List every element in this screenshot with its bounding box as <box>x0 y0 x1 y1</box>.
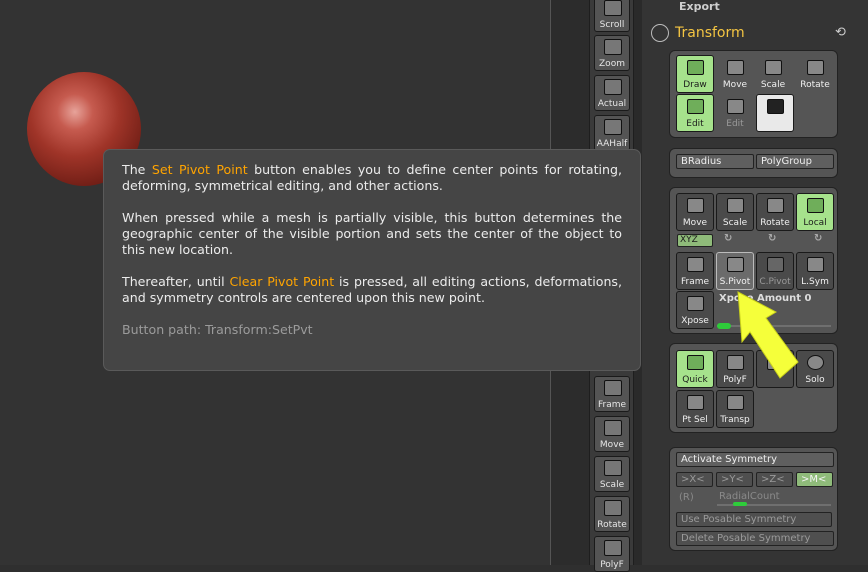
quick-button[interactable]: Quick <box>676 350 714 388</box>
set-pivot-button[interactable]: S.Pivot <box>716 252 754 290</box>
sym-z-button[interactable]: >Z< <box>756 472 793 487</box>
activate-symmetry-button[interactable]: Activate Symmetry <box>676 452 834 467</box>
solo-icon <box>807 355 824 370</box>
frame-pivot-button[interactable]: Frame <box>676 252 714 290</box>
xpose-button[interactable]: Xpose <box>676 291 714 329</box>
polyf-button[interactable]: PolyF <box>594 536 630 572</box>
local-icon <box>807 198 824 213</box>
pointer-arrow <box>737 291 799 379</box>
quick-icon <box>687 355 704 370</box>
transform-header[interactable]: Transform <box>675 25 745 41</box>
edit-disabled-button: Edit <box>716 94 754 132</box>
lsym-button[interactable]: L.Sym <box>796 252 834 290</box>
scale-icon <box>727 198 744 213</box>
gizmo-rotate-button[interactable]: Rotate <box>756 193 794 231</box>
camera-icon <box>767 99 784 114</box>
zoom-button[interactable]: Zoom <box>594 35 630 71</box>
frame-button[interactable]: Frame <box>594 376 630 412</box>
tooltip: The Set Pivot Point button enables you t… <box>103 149 641 371</box>
clear-pivot-icon <box>767 257 784 272</box>
ptsel-icon <box>687 395 704 410</box>
draw-icon <box>687 60 704 75</box>
hand-icon <box>604 0 622 16</box>
edit-icon <box>727 99 744 114</box>
scale-icon <box>604 460 622 476</box>
aahalf-button[interactable]: AAHalf <box>594 115 630 151</box>
move-mode-button[interactable]: Move <box>716 55 754 93</box>
edit-icon <box>687 99 704 114</box>
actual-icon <box>604 79 622 95</box>
rotate-button[interactable]: Rotate <box>594 496 630 532</box>
rotate-icon <box>767 198 784 213</box>
tooltip-paragraph-3: Thereafter, until Clear Pivot Point is p… <box>122 274 622 306</box>
ptsel-button[interactable]: Pt Sel <box>676 390 714 428</box>
tooltip-text: Thereafter, until <box>122 274 230 289</box>
tooltip-paragraph-1: The Set Pivot Point button enables you t… <box>122 162 622 194</box>
polygroup-button[interactable]: PolyGroup <box>756 154 834 169</box>
move-icon <box>687 198 704 213</box>
draw-button[interactable]: Draw <box>676 55 714 93</box>
tooltip-text: The <box>122 162 152 177</box>
z-axis-icon[interactable]: ↻ <box>814 233 822 244</box>
set-pivot-highlight: Set Pivot Point <box>151 162 248 177</box>
polyf-icon <box>604 540 622 556</box>
use-posable-symmetry-button[interactable]: Use Posable Symmetry <box>676 512 832 527</box>
scroll-button[interactable]: Scroll <box>594 0 630 32</box>
x-axis-icon[interactable]: ↻ <box>724 233 732 244</box>
xyz-toggle[interactable]: XYZ <box>677 234 713 247</box>
sym-m-button[interactable]: >M< <box>796 472 833 487</box>
y-axis-icon[interactable]: ↻ <box>768 233 776 244</box>
clear-pivot-button[interactable]: C.Pivot <box>756 252 794 290</box>
scale-button[interactable]: Scale <box>594 456 630 492</box>
transp-button[interactable]: Transp <box>716 390 754 428</box>
tooltip-paragraph-2: When pressed while a mesh is partially v… <box>122 210 622 257</box>
transform-icon <box>651 24 669 42</box>
button-path: Button path: Transform:SetPvt <box>122 322 313 337</box>
rotate-mode-button[interactable]: Rotate <box>796 55 834 93</box>
bradius-button[interactable]: BRadius <box>676 154 754 169</box>
gizmo-move-button[interactable]: Move <box>676 193 714 231</box>
zoom-icon <box>604 39 622 55</box>
local-button[interactable]: Local <box>796 193 834 231</box>
aahalf-icon <box>604 119 622 135</box>
rotate-icon <box>807 60 824 75</box>
clear-pivot-highlight: Clear Pivot Point <box>229 274 335 289</box>
scale-icon <box>765 60 782 75</box>
radial-count-label: RadialCount <box>719 491 780 502</box>
pivot-icon <box>727 257 744 272</box>
move-icon <box>727 60 744 75</box>
reset-icon[interactable]: ⟲ <box>835 25 846 40</box>
export-header[interactable]: Export <box>679 0 720 13</box>
delete-posable-symmetry-button[interactable]: Delete Posable Symmetry <box>676 531 834 546</box>
gizmo-scale-button[interactable]: Scale <box>716 193 754 231</box>
frame-icon <box>604 380 622 396</box>
move-icon <box>604 420 622 436</box>
snapshot-button[interactable] <box>756 94 794 132</box>
xpose-amount-knob[interactable] <box>717 323 731 329</box>
lsym-icon <box>807 257 824 272</box>
frame-icon <box>687 257 704 272</box>
actual-button[interactable]: Actual <box>594 75 630 111</box>
rotate-icon <box>604 500 622 516</box>
sym-x-button[interactable]: >X< <box>676 472 713 487</box>
move-button[interactable]: Move <box>594 416 630 452</box>
edit-button[interactable]: Edit <box>676 94 714 132</box>
transp-icon <box>727 395 744 410</box>
radial-toggle[interactable]: (R) <box>679 492 694 503</box>
scale-mode-button[interactable]: Scale <box>754 55 792 93</box>
radial-count-knob[interactable] <box>733 502 747 506</box>
xpose-icon <box>687 296 704 311</box>
sym-y-button[interactable]: >Y< <box>716 472 753 487</box>
